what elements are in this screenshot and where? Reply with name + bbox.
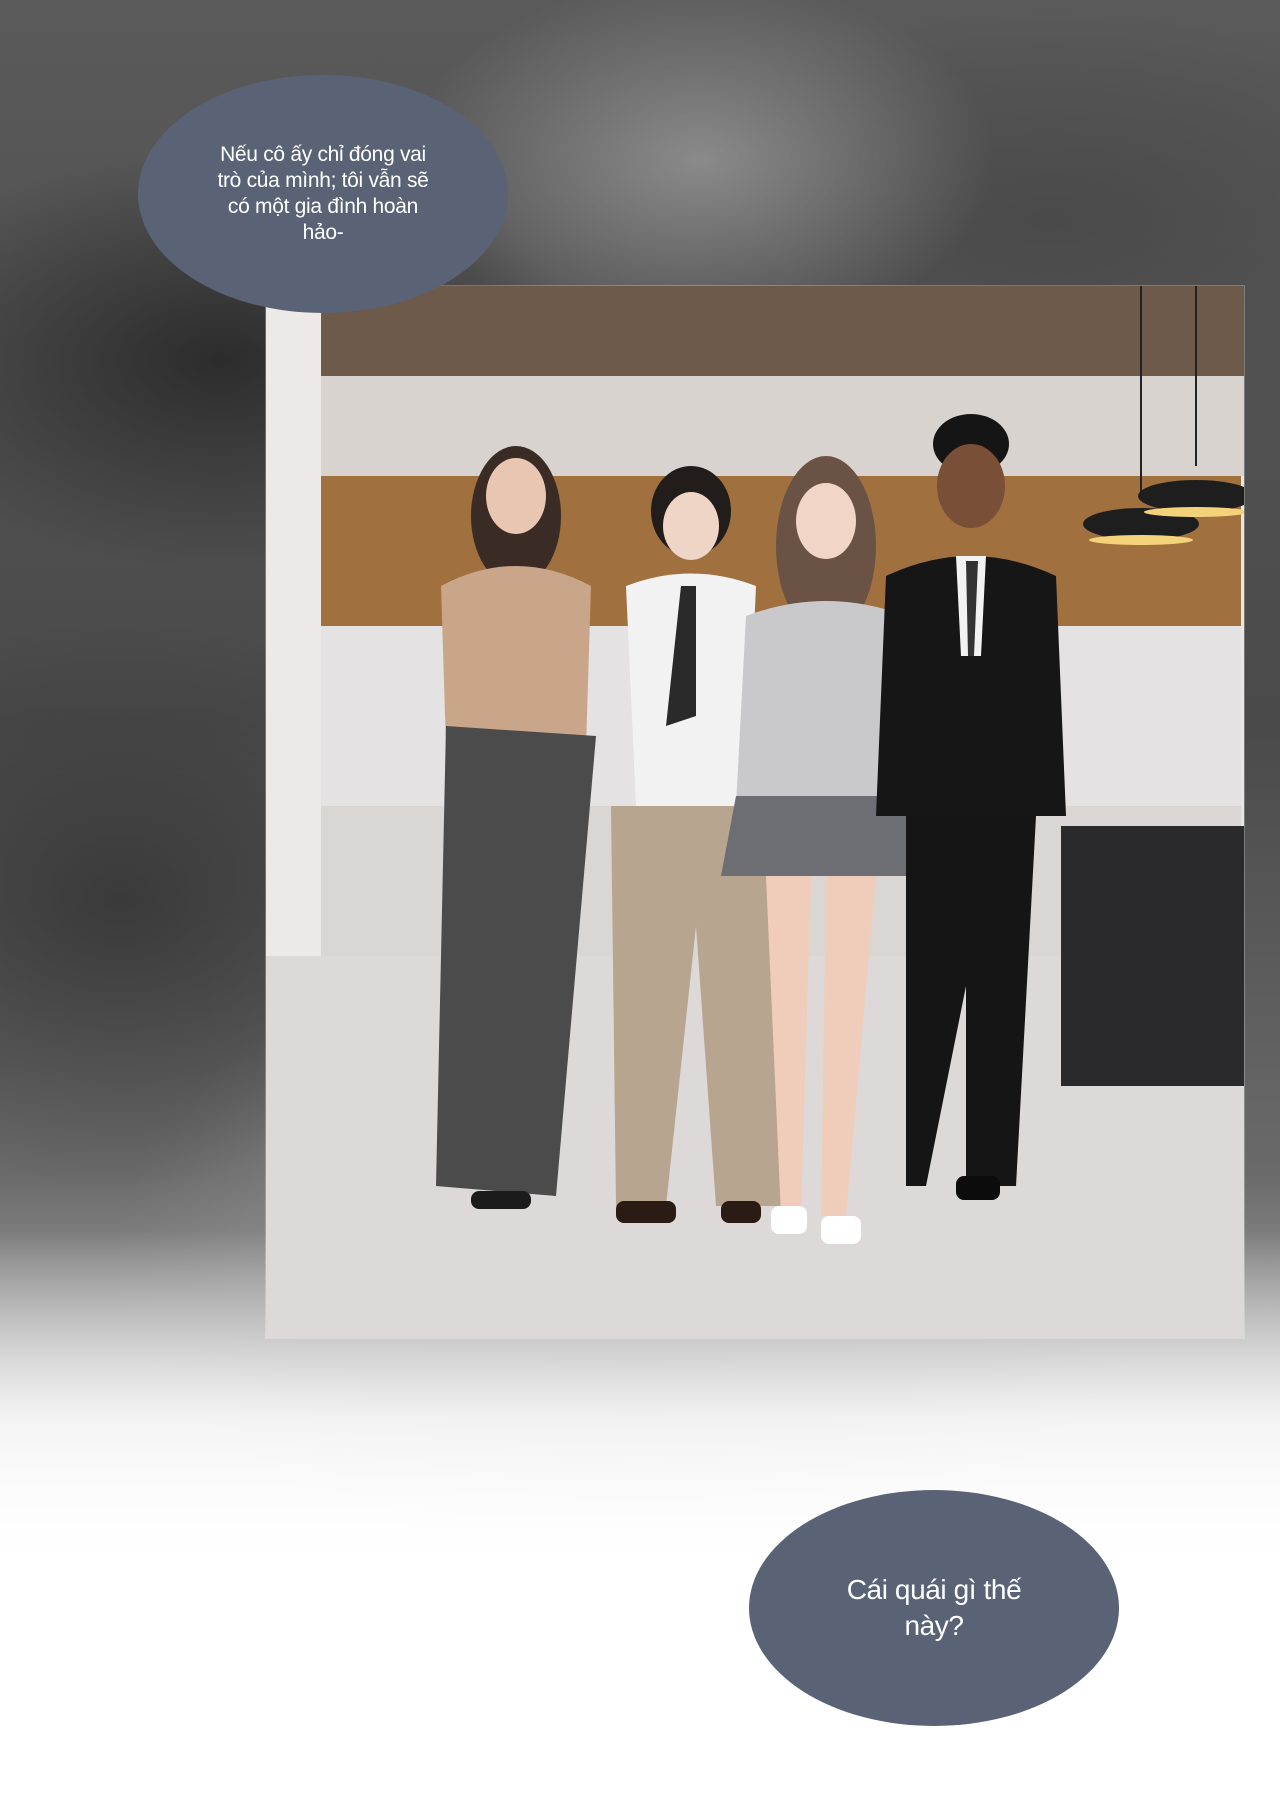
speech-bubble-top-text: Nếu cô ấy chỉ đóng vai trò của mình; tôi… bbox=[217, 143, 429, 244]
upper-cabinets bbox=[266, 376, 1244, 476]
speech-bubble-bottom-text: Cái quái gì thế này? bbox=[846, 1574, 1022, 1641]
ceiling-beam bbox=[266, 286, 1244, 376]
speech-bubble-bottom: Cái quái gì thế này? bbox=[749, 1490, 1119, 1726]
family-portrait-illustration bbox=[266, 286, 1244, 1338]
pillar bbox=[266, 286, 321, 1066]
kitchen-island bbox=[1061, 826, 1244, 1086]
family-portrait-panel bbox=[266, 286, 1244, 1338]
speech-bubble-top: Nếu cô ấy chỉ đóng vai trò của mình; tôi… bbox=[138, 75, 508, 313]
